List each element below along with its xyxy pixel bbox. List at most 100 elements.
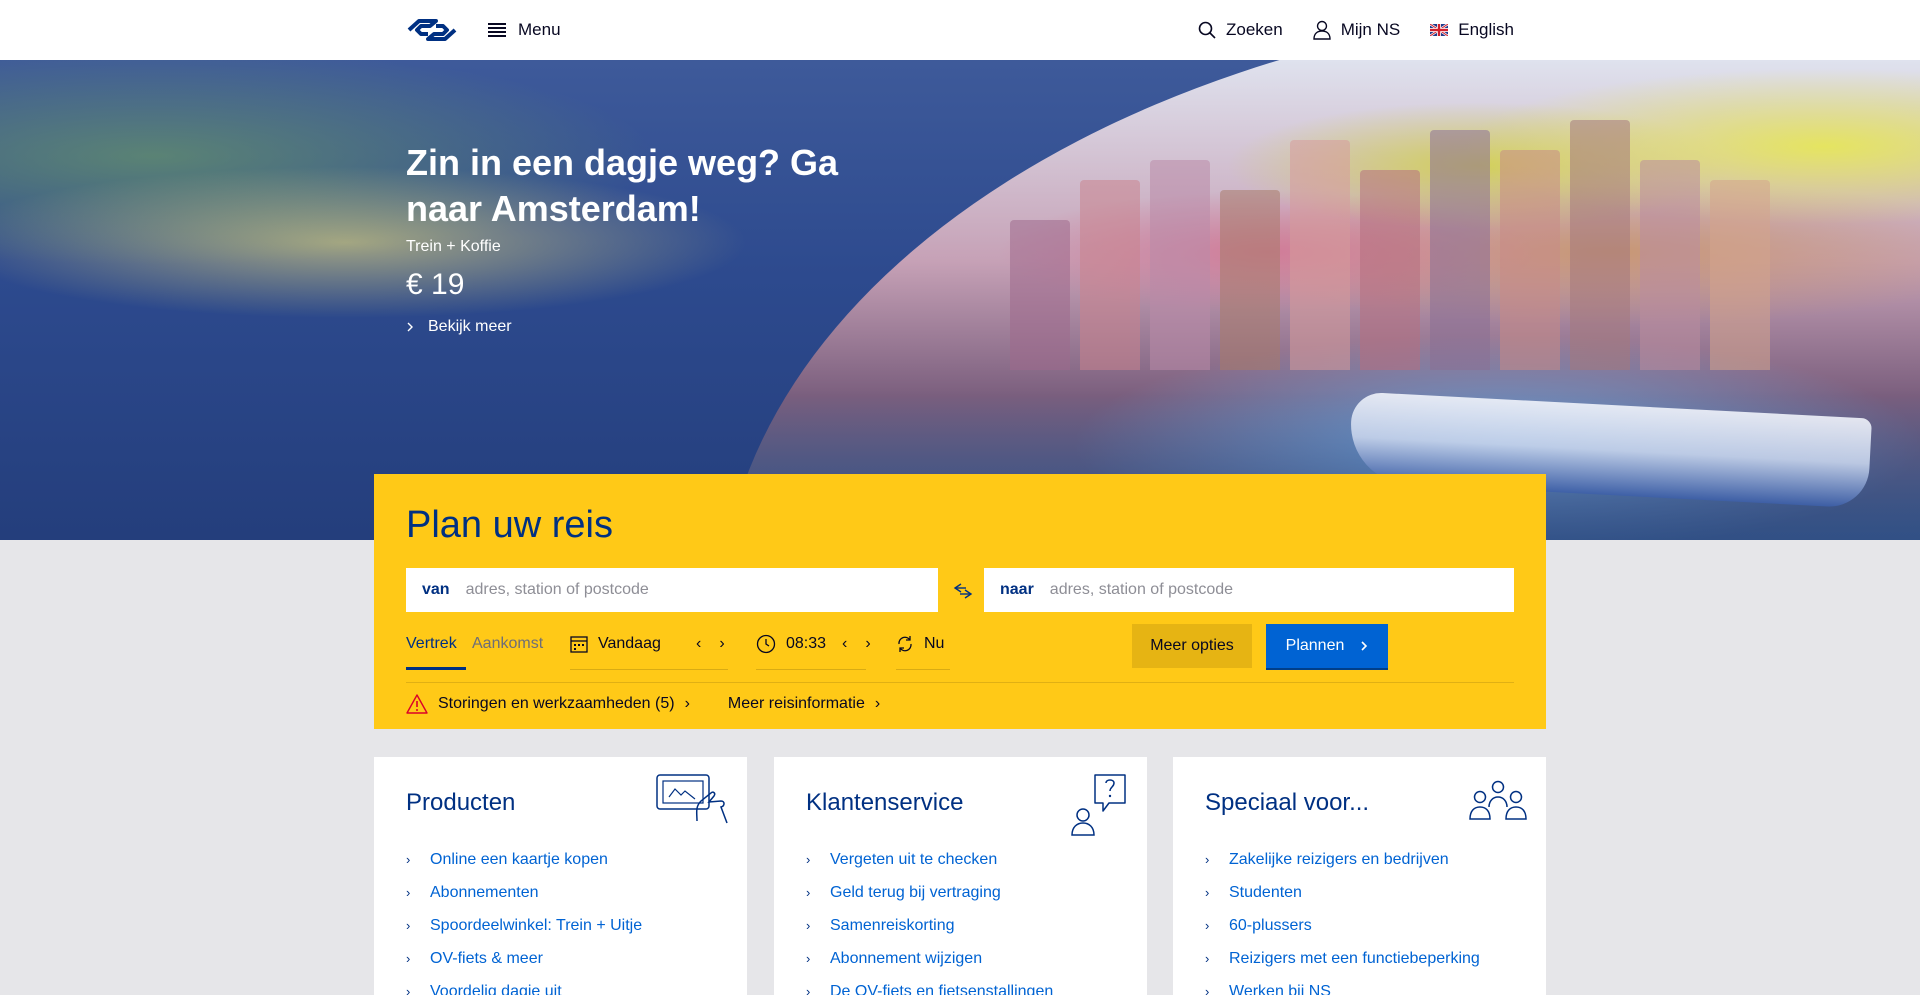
to-field[interactable]: naar — [984, 568, 1514, 612]
card-special: Speciaal voor... › Zakelijke reizigers en… — [1173, 757, 1546, 995]
time-next-button[interactable]: › — [865, 632, 870, 656]
list-item-label: Samenreiskorting — [830, 916, 955, 934]
language-link[interactable]: English — [1430, 20, 1514, 40]
hero-more-label: Bekijk meer — [428, 318, 512, 335]
date-value: Vandaag — [598, 635, 661, 652]
language-label: English — [1458, 20, 1514, 39]
chevron-right-icon — [407, 322, 413, 332]
chevron-right-icon: › — [1205, 984, 1210, 995]
swap-icon[interactable] — [952, 580, 974, 602]
list-item-label: De OV-fiets en fietsenstallingen — [830, 982, 1054, 995]
hero-building — [1010, 220, 1070, 370]
more-info-label: Meer reisinformatie — [727, 695, 865, 712]
header-actions: Zoeken Mijn NS English — [1198, 20, 1514, 40]
hero-building — [1150, 160, 1210, 370]
chevron-right-icon: › — [806, 852, 811, 867]
date-prev-button[interactable]: ‹ — [696, 632, 701, 656]
list-item[interactable]: › OV-fiets & meer — [406, 942, 642, 975]
uk-flag-icon — [1430, 24, 1449, 36]
hero-building — [1360, 170, 1420, 370]
menu-button[interactable]: Menu — [488, 20, 561, 40]
tab-arrival[interactable]: Aankomst — [472, 632, 543, 670]
chevron-right-icon: › — [874, 695, 881, 712]
account-link[interactable]: Mijn NS — [1313, 20, 1400, 40]
list-item-label: Zakelijke reizigers en bedrijven — [1229, 850, 1449, 868]
more-info-link[interactable]: Meer reisinformatie › — [728, 695, 880, 713]
header-inner: Menu Zoeken Mijn NS English — [406, 0, 1514, 60]
hero-building — [1220, 190, 1280, 370]
user-icon — [1313, 20, 1331, 40]
list-item[interactable]: › Abonnement wijzigen — [806, 942, 1053, 975]
list-item-label: Reizigers met een functiebeperking — [1229, 949, 1480, 967]
now-label: Nu — [924, 635, 945, 652]
list-item[interactable]: › 60-plussers — [1205, 909, 1480, 942]
tab-departure[interactable]: Vertrek — [406, 632, 466, 670]
card-title: Producten — [406, 789, 516, 816]
time-prev-button[interactable]: ‹ — [842, 632, 847, 656]
hero-subtitle: Trein + Koffie — [406, 238, 501, 255]
chevron-right-icon: › — [406, 918, 411, 933]
hero-building — [1080, 180, 1140, 370]
date-next-button[interactable]: › — [719, 632, 724, 656]
to-label: naar — [1000, 581, 1034, 598]
list-item[interactable]: › Voordelig dagje uit — [406, 975, 642, 995]
time-stepper: ‹ › — [842, 632, 871, 656]
hero-building — [1430, 130, 1490, 370]
list-item[interactable]: › Zakelijke reizigers en bedrijven — [1205, 843, 1480, 876]
list-item[interactable]: › De OV-fiets en fietsenstallingen — [806, 975, 1053, 995]
chevron-right-icon: › — [806, 885, 811, 900]
list-item[interactable]: › Online een kaartje kopen — [406, 843, 642, 876]
now-button[interactable]: Nu — [896, 632, 950, 670]
warning-icon — [406, 694, 428, 714]
help-question-icon — [1071, 774, 1126, 836]
list-item[interactable]: › Geld terug bij vertraging — [806, 876, 1053, 909]
hero-building — [1570, 120, 1630, 370]
menu-icon — [488, 23, 506, 37]
chevron-right-icon: › — [806, 951, 811, 966]
search-icon — [1198, 21, 1216, 39]
to-input[interactable] — [1049, 581, 1514, 599]
hero-price: € 19 — [406, 268, 465, 301]
card-link-list: › Zakelijke reizigers en bedrijven › Stude… — [1205, 843, 1480, 995]
plan-button[interactable]: Plannen — [1266, 624, 1388, 668]
planner-options: Vertrek Aankomst Vandaag ‹ › 08:33 ‹ › N… — [406, 624, 1514, 670]
list-item-label: Voordelig dagje uit — [430, 982, 562, 995]
list-item[interactable]: › Reizigers met een functiebeperking — [1205, 942, 1480, 975]
chevron-right-icon: › — [406, 885, 411, 900]
group-people-icon — [1469, 780, 1527, 820]
search-link[interactable]: Zoeken — [1198, 20, 1283, 40]
list-item-label: Abonnementen — [430, 883, 539, 901]
time-value: 08:33 — [786, 635, 827, 652]
card-title: Speciaal voor... — [1205, 789, 1370, 816]
planner-divider — [406, 682, 1514, 683]
list-item[interactable]: › Abonnementen — [406, 876, 642, 909]
disruptions-label: Storingen en werkzaamheden (5) — [438, 695, 675, 712]
chevron-right-icon: › — [806, 984, 811, 995]
chevron-right-icon: › — [406, 951, 411, 966]
list-item[interactable]: › Studenten — [1205, 876, 1480, 909]
ticket-card-icon — [656, 774, 728, 824]
travel-alerts: Storingen en werkzaamheden (5) › Meer re… — [406, 694, 880, 714]
list-item[interactable]: › Werken bij NS — [1205, 975, 1480, 995]
list-item-label: Werken bij NS — [1229, 982, 1331, 995]
from-input[interactable] — [465, 581, 938, 599]
list-item[interactable]: › Vergeten uit te checken — [806, 843, 1053, 876]
chevron-right-icon: › — [1205, 918, 1210, 933]
list-item[interactable]: › Spoordeelwinkel: Trein + Uitje — [406, 909, 642, 942]
list-item-label: Spoordeelwinkel: Trein + Uitje — [430, 916, 643, 934]
more-options-button[interactable]: Meer opties — [1132, 624, 1252, 668]
list-item[interactable]: › Samenreiskorting — [806, 909, 1053, 942]
ns-logo[interactable] — [406, 19, 458, 41]
disruptions-link[interactable]: Storingen en werkzaamheden (5) › — [406, 694, 690, 714]
hero-building — [1710, 180, 1770, 370]
date-stepper: ‹ › — [696, 632, 725, 656]
from-field[interactable]: van — [406, 568, 938, 612]
chevron-right-icon: › — [406, 852, 411, 867]
list-item-label: Geld terug bij vertraging — [830, 883, 1001, 901]
hero-building — [1500, 150, 1560, 370]
calendar-icon — [570, 636, 588, 653]
plan-label: Plannen — [1285, 637, 1345, 654]
list-item-label: Online een kaartje kopen — [430, 850, 608, 868]
hero-text: Zin in een dagje weg? Ga naar Amsterdam!… — [406, 140, 876, 336]
hero-more-link[interactable]: Bekijk meer — [406, 318, 876, 336]
